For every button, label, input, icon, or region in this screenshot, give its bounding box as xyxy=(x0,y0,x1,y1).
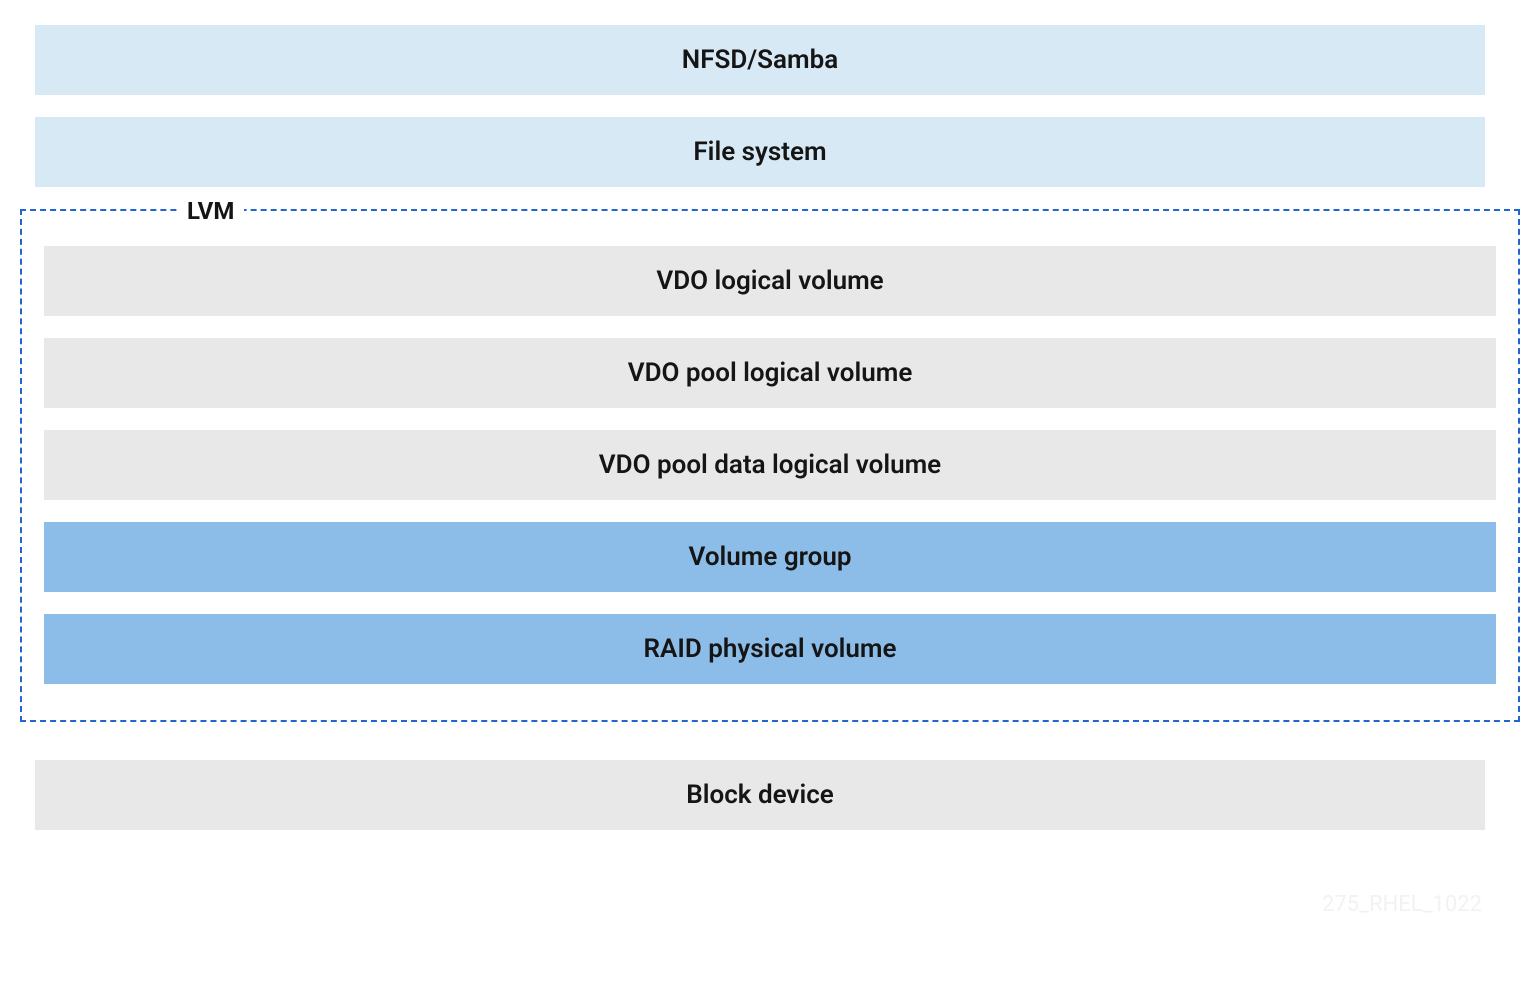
layer-vdo-logical-volume: VDO logical volume xyxy=(44,246,1496,316)
layer-label: Volume group xyxy=(689,542,852,572)
layer-volume-group: Volume group xyxy=(44,522,1496,592)
layer-label: VDO pool logical volume xyxy=(628,358,913,388)
layer-label: RAID physical volume xyxy=(643,634,896,664)
footer-id: 275_RHEL_1022 xyxy=(1322,892,1482,917)
layer-block-device: Block device xyxy=(35,760,1485,830)
layer-label: File system xyxy=(693,137,826,167)
layer-label: NFSD/Samba xyxy=(682,45,838,75)
layer-vdo-pool-logical-volume: VDO pool logical volume xyxy=(44,338,1496,408)
lvm-container: LVM VDO logical volume VDO pool logical … xyxy=(20,209,1520,722)
layer-nfsd-samba: NFSD/Samba xyxy=(35,25,1485,95)
layer-label: VDO logical volume xyxy=(656,266,883,296)
layer-label: Block device xyxy=(686,780,834,810)
layer-raid-physical-volume: RAID physical volume xyxy=(44,614,1496,684)
lvm-label: LVM xyxy=(177,197,244,225)
layer-vdo-pool-data-logical-volume: VDO pool data logical volume xyxy=(44,430,1496,500)
layer-label: VDO pool data logical volume xyxy=(599,450,941,480)
layer-file-system: File system xyxy=(35,117,1485,187)
